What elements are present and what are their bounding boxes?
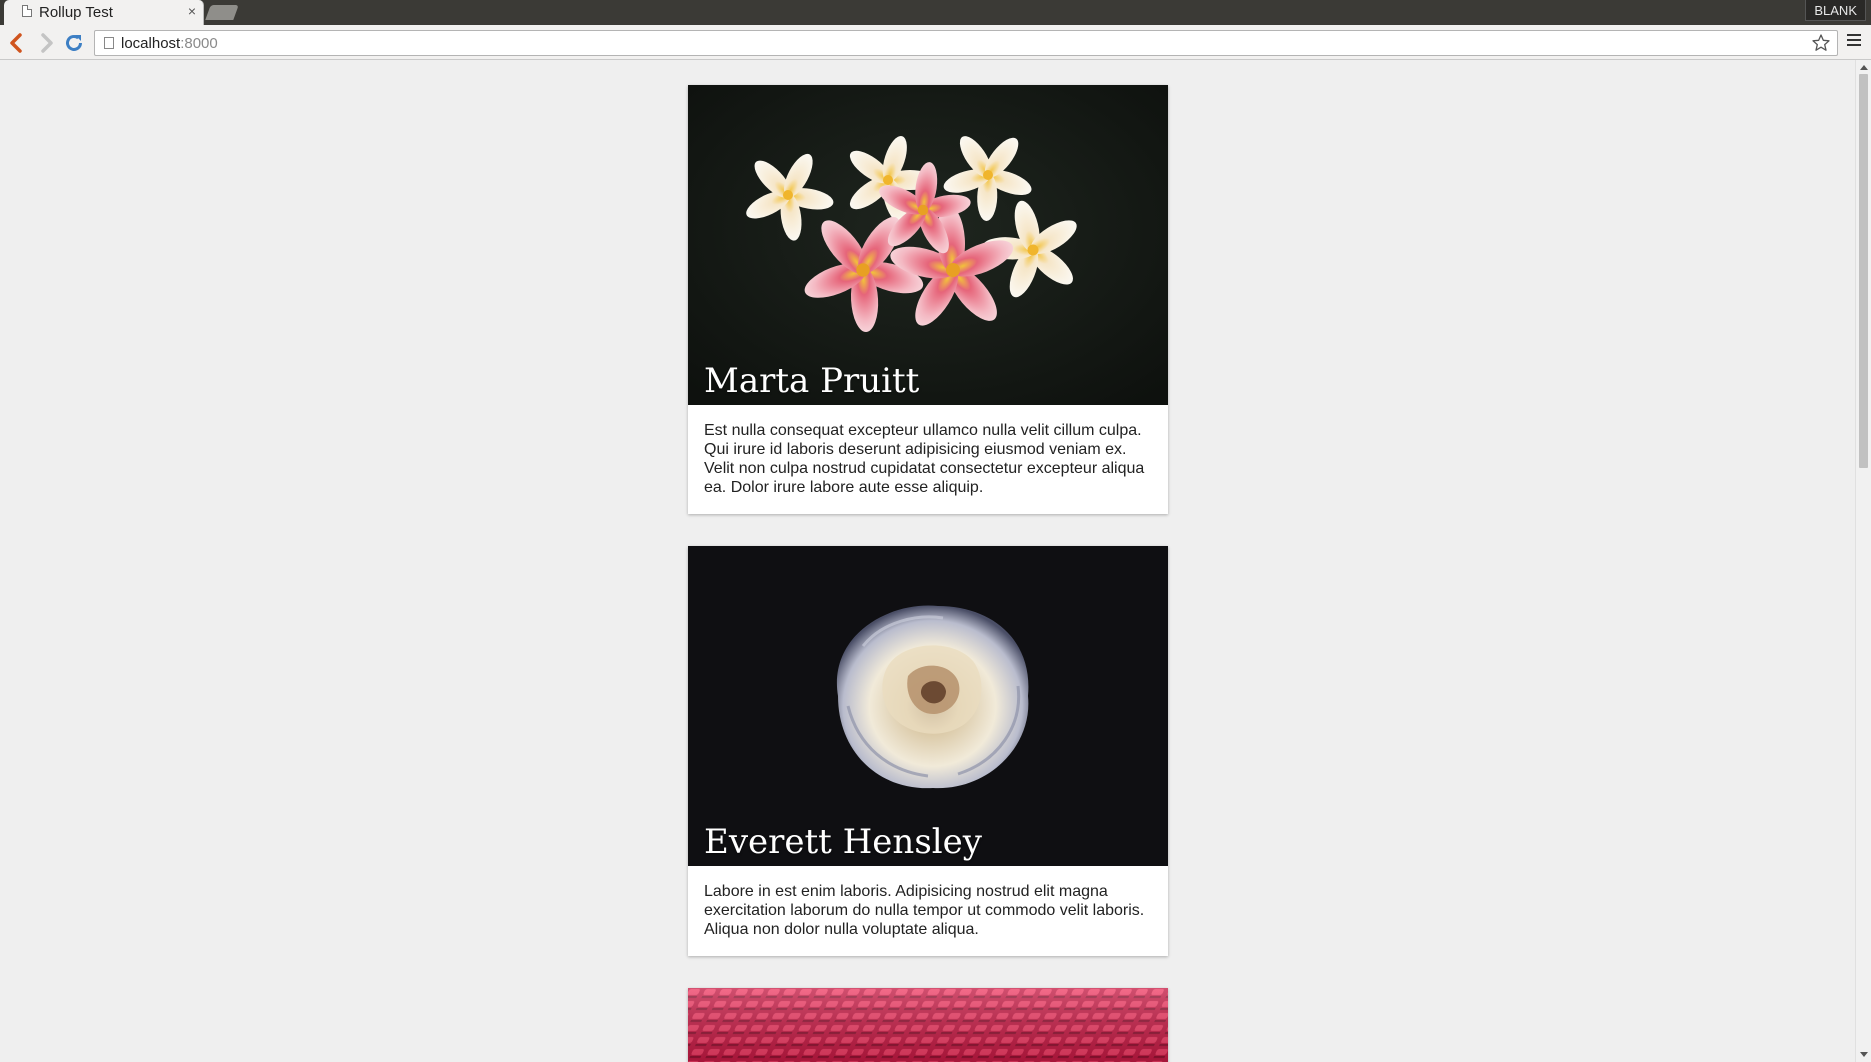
close-tab-icon[interactable]: ×	[184, 2, 200, 20]
page-content: Marta Pruitt Est nulla consequat excepte…	[0, 60, 1855, 1062]
browser-toolbar: localhost:8000	[0, 25, 1871, 60]
scrollbar-thumb[interactable]	[1859, 74, 1868, 468]
page-icon	[22, 5, 32, 17]
url-port: :8000	[180, 35, 218, 52]
vertical-scrollbar[interactable]	[1855, 60, 1871, 1062]
url-text[interactable]: localhost:8000	[121, 35, 218, 52]
profile-badge[interactable]: BLANK	[1805, 0, 1866, 21]
scroll-up-arrow-icon[interactable]	[1860, 65, 1868, 70]
browser-tabstrip: Rollup Test × BLANK	[0, 0, 1871, 25]
white-rose-photo: Everett Hensley	[688, 546, 1168, 866]
browser-tab[interactable]: Rollup Test ×	[4, 0, 204, 25]
card-description: Est nulla consequat excepteur ullamco nu…	[704, 422, 1145, 496]
url-host: localhost	[121, 35, 181, 52]
tab-title: Rollup Test	[39, 4, 113, 21]
red-stadium-seats-photo	[688, 988, 1168, 1062]
card-description: Labore in est enim laboris. Adipisicing …	[704, 883, 1145, 938]
forward-arrow-icon[interactable]	[34, 31, 58, 55]
profile-card: Marta Pruitt Est nulla consequat excepte…	[688, 85, 1168, 514]
new-tab-button[interactable]	[205, 5, 239, 20]
browser-menu-icon[interactable]	[1847, 34, 1863, 50]
address-bar[interactable]: localhost:8000	[94, 30, 1838, 56]
bookmark-star-icon[interactable]	[1811, 33, 1831, 53]
plumeria-flowers-photo: Marta Pruitt	[688, 85, 1168, 405]
reload-icon[interactable]	[62, 31, 86, 55]
page-icon	[104, 37, 114, 49]
card-title: Everett Hensley	[704, 822, 982, 862]
scroll-down-arrow-icon[interactable]	[1860, 1052, 1868, 1057]
back-arrow-icon[interactable]	[5, 31, 29, 55]
profile-card	[688, 988, 1168, 1062]
card-title: Marta Pruitt	[704, 361, 920, 401]
profile-card: Everett Hensley Labore in est enim labor…	[688, 546, 1168, 956]
